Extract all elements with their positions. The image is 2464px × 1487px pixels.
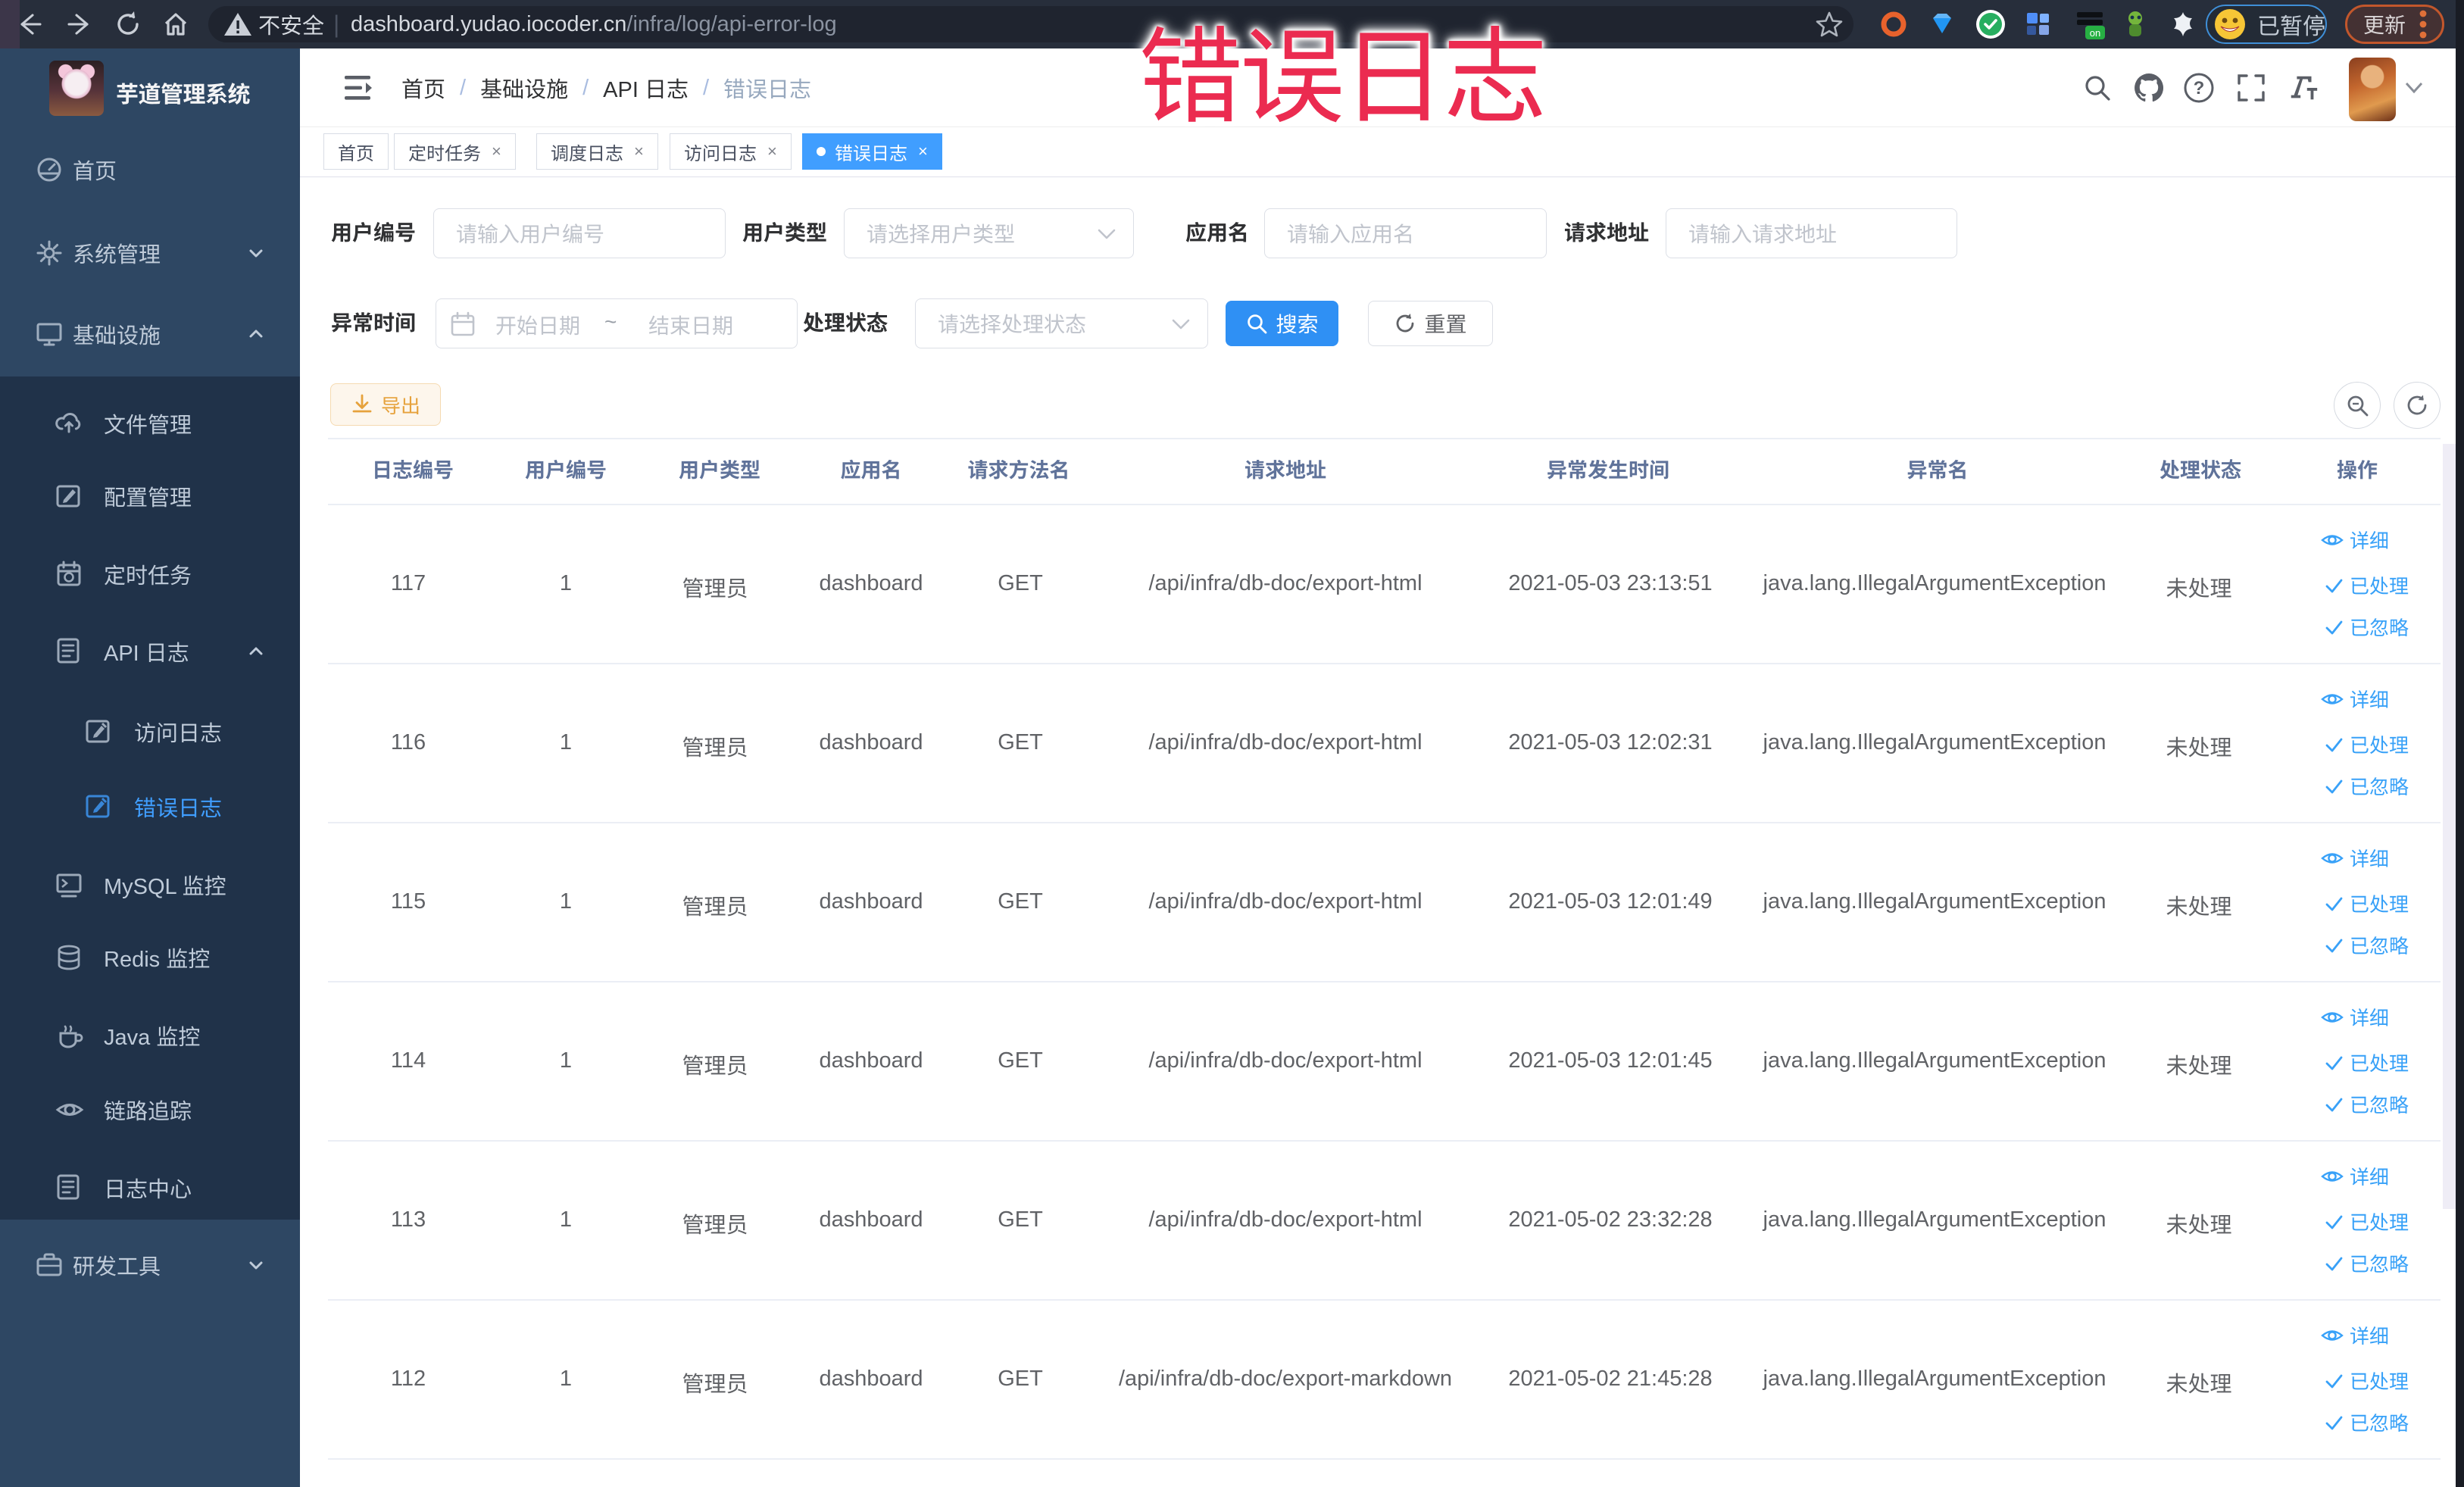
svg-text:?: ? (2194, 78, 2205, 98)
svg-text:on: on (2090, 27, 2100, 39)
